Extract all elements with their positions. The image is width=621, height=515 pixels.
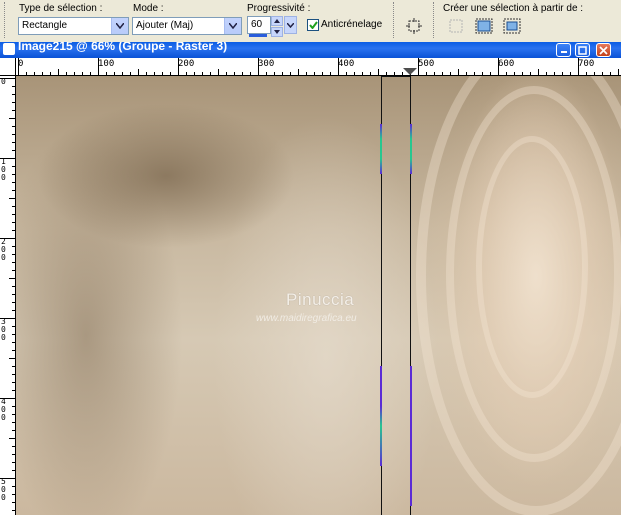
ruler-label: 400 [338, 59, 355, 69]
document-title-bar[interactable]: Image215 @ 66% (Groupe - Raster 3) [0, 42, 621, 58]
selection-type-value: Rectangle [22, 20, 68, 31]
document-title: Image215 @ 66% (Groupe - Raster 3) [18, 42, 228, 53]
check-icon [308, 21, 318, 29]
ruler-label: 100 [98, 59, 115, 69]
watermark-title: Pinuccia [286, 290, 355, 309]
feather-slider[interactable] [249, 34, 267, 37]
feather-stepper[interactable] [271, 16, 283, 37]
selection-handle[interactable] [410, 124, 412, 174]
watermark-url: www.maidiregrafica.eu [256, 313, 357, 324]
ruler-label: 0 [18, 59, 24, 69]
ruler-label: 200 [1, 237, 6, 262]
selection-type-select[interactable]: Rectangle [18, 17, 129, 35]
image-canvas[interactable]: Pinuccia www.maidiregrafica.eu [16, 76, 621, 515]
selection-handle[interactable] [380, 366, 382, 466]
document-icon [3, 43, 15, 55]
custom-selection-icon[interactable] [405, 17, 423, 35]
stepper-up-icon[interactable] [271, 16, 283, 26]
close-icon [599, 45, 608, 55]
ruler-label: 300 [258, 59, 275, 69]
maximize-icon [578, 45, 587, 55]
ruler-label: 500 [1, 477, 6, 502]
antialias-label: Anticrénelage [321, 19, 383, 30]
ruler-label: 500 [418, 59, 435, 69]
selection-from-opaque-icon[interactable] [503, 17, 521, 35]
feather-value: 60 [251, 19, 263, 30]
ruler-label: 0 [1, 77, 6, 86]
minimize-button[interactable] [556, 43, 571, 57]
ruler-label: 400 [1, 397, 6, 422]
vertical-ruler-ticks [0, 78, 16, 511]
selection-toolbar: Type de sélection : Rectangle Mode : Ajo… [0, 0, 621, 42]
create-selection-label: Créer une sélection à partir de : [443, 3, 584, 14]
toolbar-grip[interactable] [433, 2, 437, 38]
selection-handle[interactable] [410, 366, 412, 506]
maximize-button[interactable] [575, 43, 590, 57]
ruler-corner [0, 58, 16, 76]
mode-value: Ajouter (Maj) [136, 20, 194, 31]
ruler-label: 600 [498, 59, 515, 69]
antialias-checkbox[interactable] [307, 19, 319, 31]
ruler-label: 100 [1, 157, 6, 182]
feather-input[interactable]: 60 [247, 16, 271, 34]
ruler-label: 300 [1, 317, 6, 342]
rectangle-selection[interactable] [381, 76, 411, 515]
selection-type-label: Type de sélection : [19, 3, 103, 14]
background-ring [476, 136, 588, 398]
toolbar-grip[interactable] [4, 2, 8, 38]
minimize-icon [560, 51, 567, 53]
selection-from-canvas-icon[interactable] [475, 17, 493, 35]
ruler-label: 700 [578, 59, 595, 69]
selection-from-layer-icon[interactable] [447, 17, 465, 35]
chevron-down-icon[interactable] [224, 18, 241, 34]
chevron-down-icon[interactable] [111, 18, 128, 34]
toolbar-grip[interactable] [393, 2, 397, 38]
close-button[interactable] [596, 43, 611, 57]
horizontal-ruler: 0 100 200 300 400 500 600 700 [16, 58, 621, 76]
ruler-label: 200 [178, 59, 195, 69]
feather-dropdown-button[interactable] [284, 16, 297, 34]
mode-select[interactable]: Ajouter (Maj) [132, 17, 242, 35]
ruler-position-marker-icon [403, 68, 417, 75]
mode-label: Mode : [133, 3, 164, 14]
feather-label: Progressivité : [247, 3, 311, 14]
vertical-ruler: 0 100 200 300 400 500 [0, 76, 16, 515]
selection-handle[interactable] [380, 124, 382, 174]
stepper-down-icon[interactable] [271, 27, 283, 37]
